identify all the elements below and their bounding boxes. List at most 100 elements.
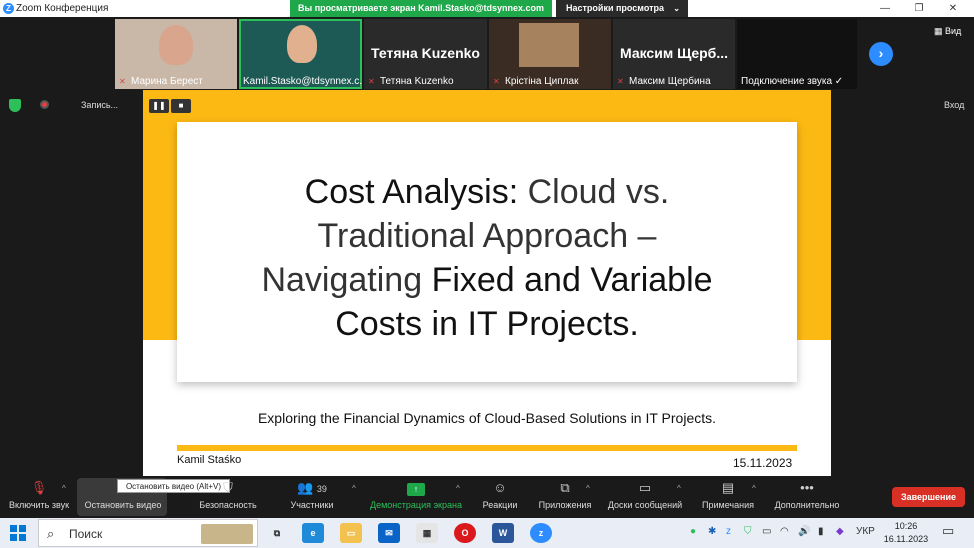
word-icon[interactable]: W [492,523,514,543]
title-line4-bold: Costs in IT Projects. [335,305,639,343]
participant-tile-active-speaker[interactable]: Kamil.Stasko@tdsynnex.c... [239,19,362,89]
title-line1-bold: Cost Analysis: [304,173,519,211]
audio-connecting-status: Подключение звука ✓ [741,76,844,87]
participant-video [519,23,579,67]
participant-name-large: Тетяна Kuzenko [371,45,480,61]
recording-label: Запись... [81,100,119,110]
participants-icon: 👥 39 [297,480,327,495]
reactions-button[interactable]: ☺ Реакции [478,480,522,510]
participants-button[interactable]: 👥 39 Участники [282,480,342,510]
stop-recording-button[interactable]: ■ [171,99,191,113]
slide-subtitle: Exploring the Financial Dynamics of Clou… [257,410,717,426]
display-icon[interactable]: ▭ [762,526,771,537]
record-icon [40,100,49,109]
search-icon: ⌕ [47,526,55,541]
whiteboards-button[interactable]: ▭ Доски сообщений [604,480,686,510]
view-options-button[interactable]: Настройки просмотра ⌄ [556,0,688,17]
search-highlight-image [201,524,253,544]
more-label: Дополнительно [774,500,840,510]
mute-label: Включить звук [8,500,70,510]
window-title: Zoom Конференция [16,3,109,14]
title-line3-bold: Fixed and Variable [431,261,713,299]
security-label: Безопасность [199,500,257,510]
mail-icon[interactable]: ✉ [378,523,400,543]
tray-zoom-icon[interactable]: z [726,526,731,537]
more-button[interactable]: ••• Дополнительно [770,480,844,510]
participant-tile[interactable]: ✕ Марина Берест [115,19,237,89]
participant-video [287,25,317,63]
participant-tile[interactable]: Максим Щерб... ✕ Максим Щербина [613,19,735,89]
slide-title: Cost Analysis: Cloud vs. Traditional App… [177,170,797,346]
store-icon[interactable]: ▦ [416,523,438,543]
title-line3-light: Navigating [261,261,432,299]
participant-tile[interactable]: Тетяна Kuzenko ✕ Тетяна Kuzenko [364,19,487,89]
language-indicator[interactable]: УКР [856,526,875,537]
grid-icon: ▦ [934,26,946,36]
notes-label: Примечания [702,500,754,510]
exit-button[interactable]: Вход [944,100,964,110]
participants-count: 39 [316,484,327,494]
file-explorer-icon[interactable]: ▭ [340,523,362,543]
opera-icon[interactable]: O [454,523,476,543]
tray-shield-icon[interactable]: ● [690,526,696,537]
participant-tile[interactable]: Подключение звука ✓ [737,19,857,89]
pause-recording-button[interactable]: ❚❚ [149,99,169,113]
clock-time: 10:26 [894,521,918,531]
view-mode-label: Вид [945,26,962,36]
view-options-label: Настройки просмотра [566,3,665,13]
participant-name: Тетяна Kuzenko [380,76,454,87]
participant-name: Максим Щербина [629,76,711,87]
participant-name: Kamil.Stasko@tdsynnex.c... [243,76,362,87]
share-screen-label: Демонстрация экрана [370,500,462,510]
wifi-icon[interactable]: ◠ [780,526,789,537]
bluetooth-icon[interactable]: ✱ [708,526,716,537]
notes-icon: ▤ [721,480,735,495]
smiley-icon: ☺ [493,480,507,495]
reactions-label: Реакции [482,500,518,510]
participant-name-large: Максим Щерб... [619,45,728,61]
security-button[interactable]: ⛉ Безопасность [192,480,264,510]
title-line2-light: Traditional Approach – [317,217,657,255]
volume-icon[interactable]: 🔊 [798,526,810,537]
notes-button[interactable]: ▤ Примечания [698,480,758,510]
whiteboard-icon: ▭ [638,480,652,495]
chevron-up-icon: ^ [62,484,66,493]
edge-browser-icon[interactable]: e [302,523,324,543]
task-view-icon[interactable]: ⧉ [266,523,288,543]
taskbar-search[interactable]: ⌕ Поиск [38,519,258,547]
stop-video-label: Остановить видео [84,500,162,510]
window-title-bar: Z Zoom Конференция Вы просматриваете экр… [0,0,974,17]
end-meeting-button[interactable]: Завершение [892,487,965,507]
participant-name: Крістіна Циплак [505,76,579,87]
share-screen-button[interactable]: ↑ Демонстрация экрана [366,480,466,510]
slide-title-card: Cost Analysis: Cloud vs. Traditional App… [177,122,797,382]
participant-video [159,25,193,65]
zoom-logo-icon: Z [3,3,14,14]
title-line1-light: Cloud vs. [518,173,670,211]
windows-start-icon[interactable] [10,525,26,541]
shield-icon[interactable] [9,99,21,112]
participant-tile[interactable]: ✕ Крістіна Циплак [489,19,611,89]
minimize-button[interactable]: — [870,0,900,17]
presentation-slide: Cost Analysis: Cloud vs. Traditional App… [143,90,831,476]
zoom-taskbar-icon[interactable]: z [530,523,552,543]
next-page-button[interactable]: › [869,42,893,66]
taskbar-clock[interactable]: 10:26 16.11.2023 [882,520,930,546]
restore-button[interactable]: ❐ [904,0,934,17]
app-tray-icon[interactable]: ◆ [836,526,844,537]
chevron-up-icon: ^ [752,484,756,493]
recording-controls: ❚❚ ■ [143,96,195,116]
notifications-icon[interactable]: ▭ [942,523,954,539]
more-dots-icon: ••• [800,480,814,495]
battery-icon[interactable]: ▮ [818,526,824,537]
slide-date: 15.11.2023 [733,456,793,470]
chevron-up-icon: ^ [677,484,681,493]
clock-date: 16.11.2023 [883,534,929,544]
share-banner: Вы просматриваете экран Kamil.Stasko@tds… [290,0,552,17]
close-button[interactable]: ✕ [938,0,968,17]
security-tray-icon[interactable]: ⛉ [744,526,752,537]
view-mode-button[interactable]: ▦ Вид [934,26,961,37]
slide-divider [177,445,797,451]
shield-icon: ⛉ [223,480,233,495]
chevron-up-icon: ^ [586,484,590,493]
